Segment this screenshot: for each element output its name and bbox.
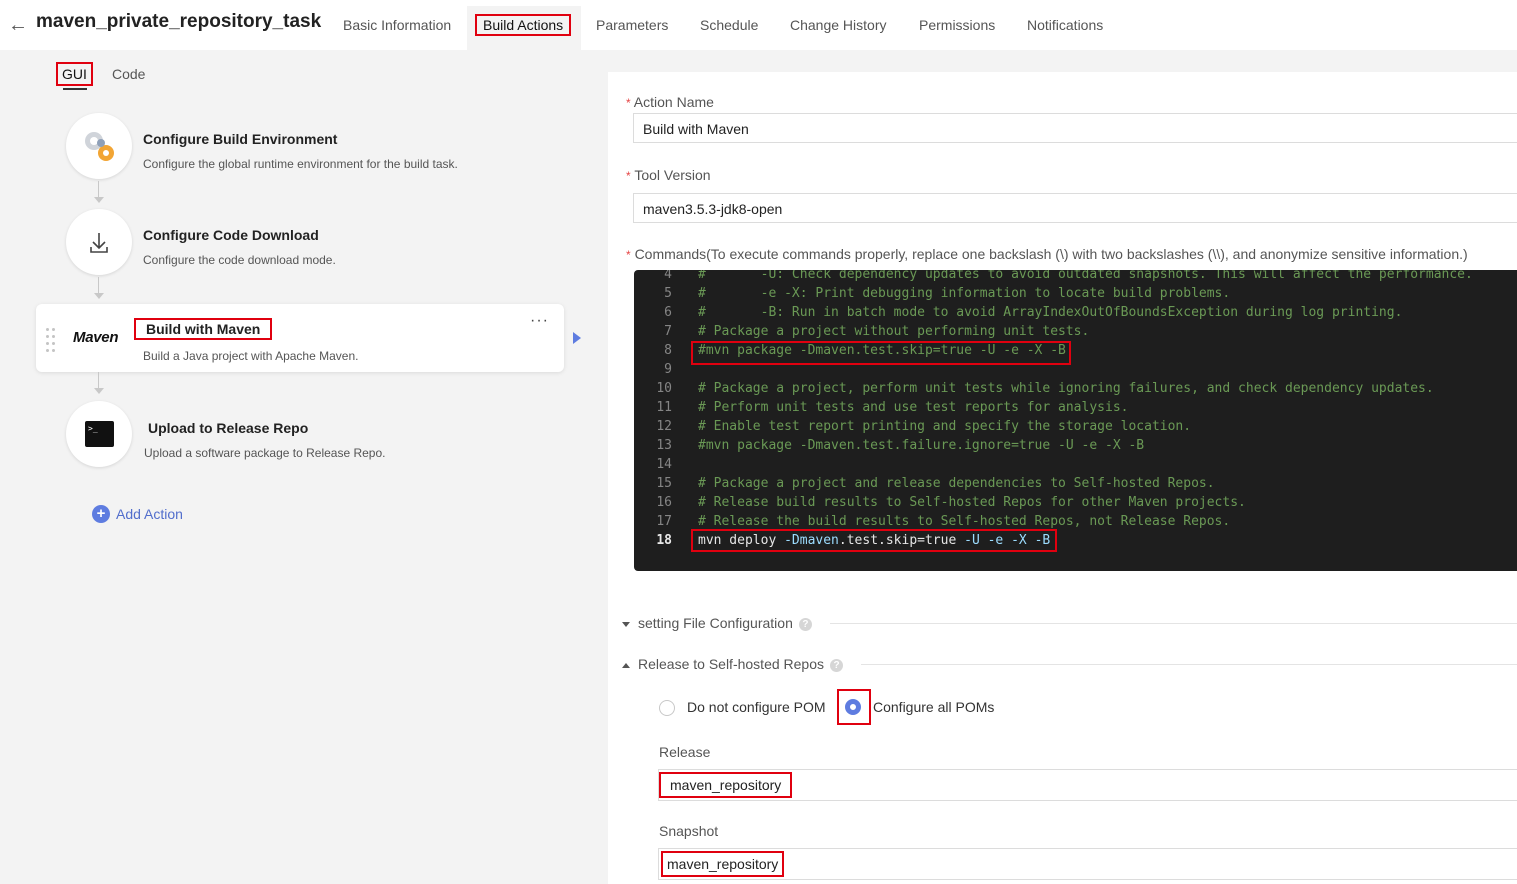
- release-label: Release: [659, 744, 711, 760]
- caret-down-icon: [622, 621, 630, 627]
- maven-logo: Maven: [73, 329, 119, 346]
- action-name-input[interactable]: Build with Maven: [633, 113, 1517, 143]
- step-build-environment-title[interactable]: Configure Build Environment: [143, 131, 337, 147]
- highlight-box-line-18: [691, 529, 1057, 552]
- tab-schedule[interactable]: Schedule: [700, 17, 758, 33]
- add-action-label: Add Action: [116, 506, 183, 522]
- step-build-environment-desc: Configure the global runtime environment…: [143, 157, 458, 171]
- tool-version-select[interactable]: maven3.5.3-jdk8-open: [633, 193, 1517, 223]
- code-line: 16 # Release build results to Self-hosted…: [656, 495, 1246, 510]
- tab-build-actions[interactable]: Build Actions: [474, 14, 572, 36]
- connector-arrow: [94, 197, 104, 203]
- action-list-panel: GUI Code Configure Build Environment Con…: [0, 50, 608, 884]
- connector-line: [98, 181, 99, 197]
- svg-text:>_: >_: [88, 424, 98, 433]
- code-line: 15 # Package a project and release depend…: [656, 476, 1215, 491]
- more-options-icon[interactable]: ···: [530, 312, 549, 330]
- section-divider: [861, 664, 1517, 665]
- step-code-download-icon-circle[interactable]: [66, 209, 132, 275]
- drag-handle-icon[interactable]: [46, 328, 58, 354]
- commands-code-editor[interactable]: 4 # -U: Check dependency updates to avoid…: [634, 270, 1517, 571]
- connector-line: [98, 372, 99, 388]
- add-icon: +: [92, 505, 110, 523]
- snapshot-select[interactable]: [658, 848, 1517, 880]
- step-code-download-title[interactable]: Configure Code Download: [143, 227, 319, 243]
- code-line: 4 # -U: Check dependency updates to avoid…: [664, 270, 1473, 282]
- add-action-button[interactable]: + Add Action: [92, 505, 183, 523]
- step-build-with-maven-card[interactable]: Maven Build with Maven Build a Java proj…: [36, 304, 564, 372]
- selected-pointer-icon: [573, 332, 581, 344]
- code-line: 5 # -e -X: Print debugging information to…: [664, 286, 1231, 301]
- section-divider: [830, 623, 1517, 624]
- active-mode-underline: [63, 88, 87, 90]
- tab-change-history[interactable]: Change History: [790, 17, 887, 33]
- code-line: 10 # Package a project, perform unit test…: [656, 381, 1434, 396]
- connector-arrow: [94, 388, 104, 394]
- radio-label-configure-all-poms[interactable]: Configure all POMs: [873, 699, 994, 715]
- tab-notifications[interactable]: Notifications: [1027, 17, 1103, 33]
- code-line: 6 # -B: Run in batch mode to avoid ArrayI…: [664, 305, 1403, 320]
- action-name-label: * Action Name: [626, 94, 714, 110]
- radio-label-do-not-configure-pom[interactable]: Do not configure POM: [687, 699, 826, 715]
- gears-icon: [85, 132, 114, 161]
- radio-do-not-configure-pom[interactable]: [659, 700, 675, 716]
- commands-label: * Commands(To execute commands properly,…: [626, 246, 1468, 262]
- help-icon[interactable]: ?: [830, 658, 843, 672]
- caret-up-icon: [622, 662, 630, 668]
- action-config-panel: * Action Name Build with Maven * Tool Ve…: [608, 72, 1517, 884]
- download-icon: [90, 233, 108, 253]
- snapshot-value: maven_repository: [660, 851, 785, 877]
- code-line: 11 # Perform unit tests and use test repo…: [656, 400, 1129, 415]
- radio-configure-all-poms[interactable]: [845, 699, 861, 715]
- release-to-self-hosted-repos-toggle[interactable]: Release to Self-hosted Repos?: [622, 656, 843, 672]
- tool-version-label: * Tool Version: [626, 167, 711, 183]
- tab-basic-information[interactable]: Basic Information: [343, 17, 451, 33]
- step-build-with-maven-title[interactable]: Build with Maven: [133, 318, 273, 340]
- tab-parameters[interactable]: Parameters: [596, 17, 668, 33]
- terminal-icon: >_: [85, 421, 114, 447]
- page-header: ← maven_private_repository_task Basic In…: [0, 0, 1517, 50]
- page-title: maven_private_repository_task: [36, 11, 322, 32]
- release-value: maven_repository: [658, 772, 793, 798]
- step-upload-release-desc: Upload a software package to Release Rep…: [144, 446, 386, 460]
- step-build-environment-icon-circle[interactable]: [66, 113, 132, 179]
- code-line: 13 #mvn package -Dmaven.test.failure.igno…: [656, 438, 1145, 453]
- step-build-with-maven-desc: Build a Java project with Apache Maven.: [143, 349, 359, 363]
- highlight-box-line-8: [691, 341, 1071, 365]
- mode-tab-gui[interactable]: GUI: [56, 62, 93, 86]
- code-line: 12 # Enable test report printing and spec…: [656, 419, 1192, 434]
- step-code-download-desc: Configure the code download mode.: [143, 253, 336, 267]
- snapshot-label: Snapshot: [659, 823, 719, 839]
- back-arrow-icon[interactable]: ←: [8, 13, 30, 37]
- setting-file-configuration-toggle[interactable]: setting File Configuration?: [622, 615, 812, 631]
- mode-tab-code[interactable]: Code: [112, 66, 145, 82]
- code-line: 14: [656, 457, 672, 472]
- connector-arrow: [94, 293, 104, 299]
- code-line: 7 # Package a project without performing …: [664, 324, 1090, 339]
- help-icon[interactable]: ?: [798, 617, 812, 631]
- step-upload-release-title[interactable]: Upload to Release Repo: [148, 420, 308, 436]
- tab-permissions[interactable]: Permissions: [919, 17, 995, 33]
- step-upload-release-icon-circle[interactable]: >_: [66, 401, 132, 467]
- connector-line: [98, 277, 99, 293]
